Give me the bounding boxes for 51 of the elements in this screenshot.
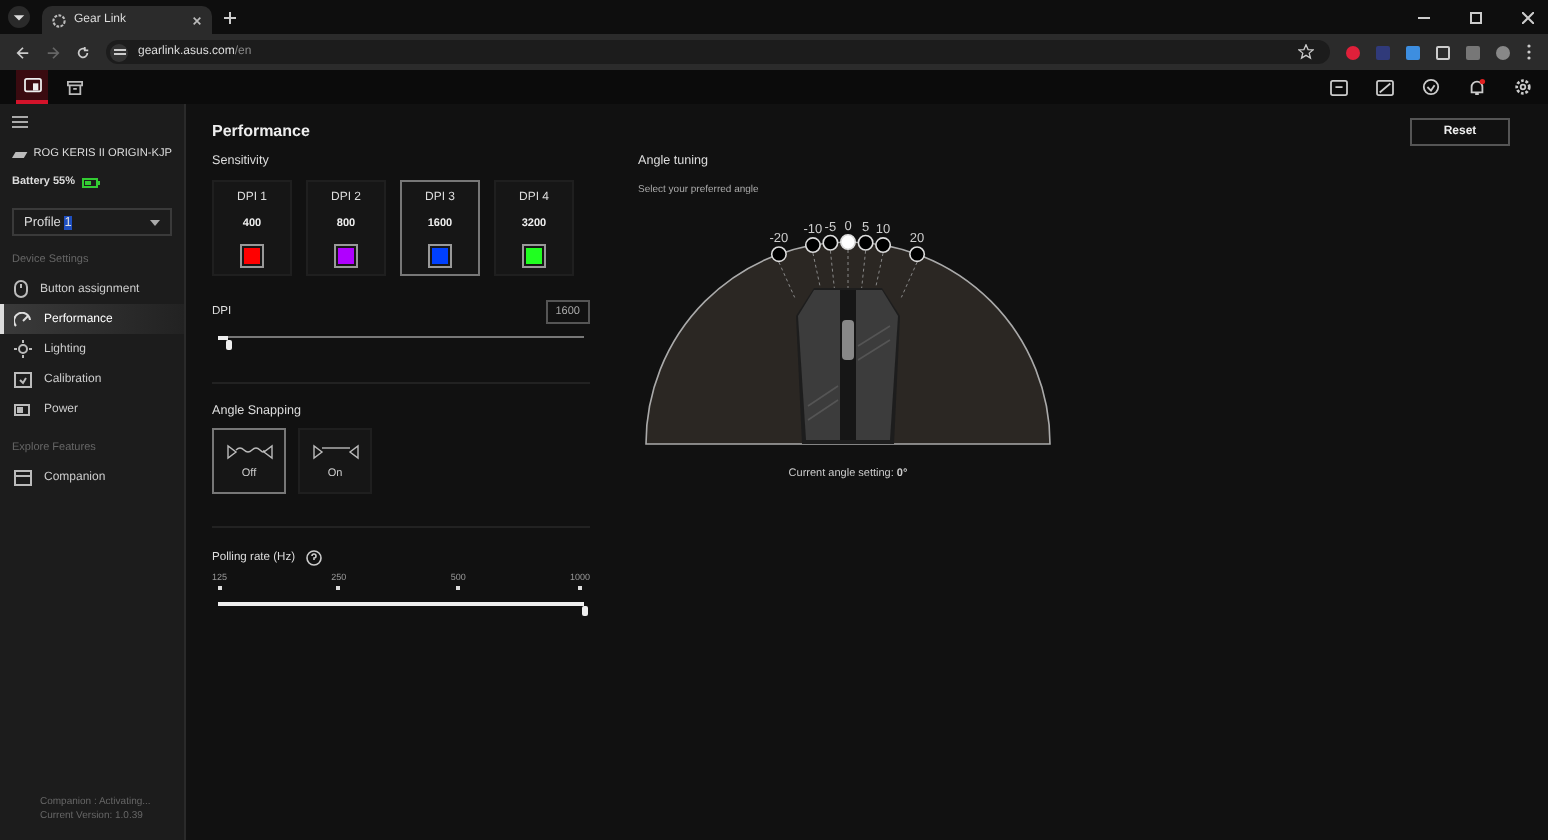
profile-icon[interactable]: [1496, 45, 1510, 59]
angle-option[interactable]: [875, 237, 892, 254]
star-icon[interactable]: [1298, 44, 1314, 60]
more-icon[interactable]: [1526, 44, 1532, 60]
maximize-icon[interactable]: [1470, 11, 1482, 23]
gauge-icon: [14, 311, 32, 327]
slider-handle[interactable]: [226, 340, 233, 350]
angle-option[interactable]: [857, 234, 874, 251]
dpi-slider[interactable]: [218, 334, 584, 350]
tick-mark: [456, 586, 461, 590]
tick-mark: [336, 586, 341, 590]
settings-icon[interactable]: [1514, 78, 1532, 96]
back-icon[interactable]: [16, 45, 30, 59]
reload-icon[interactable]: [76, 45, 90, 59]
angle-option[interactable]: [840, 234, 856, 250]
calibration-icon: [14, 371, 32, 387]
menu-icon[interactable]: [12, 116, 28, 128]
device-icon: [23, 77, 41, 93]
slider-handle[interactable]: [582, 606, 588, 616]
bell-icon[interactable]: [1468, 78, 1486, 96]
help-icon[interactable]: [305, 550, 322, 566]
angle-option[interactable]: [804, 237, 821, 254]
battery-icon: [14, 403, 32, 415]
store-icon: [65, 79, 83, 95]
logo-icon: [12, 149, 28, 159]
close-icon[interactable]: [192, 15, 202, 25]
angle-option[interactable]: [909, 246, 926, 263]
site-settings-icon[interactable]: [113, 46, 125, 58]
straight-line-icon: [311, 443, 359, 459]
extension-icon[interactable]: [1436, 45, 1450, 59]
close-icon[interactable]: [1522, 11, 1534, 23]
minimize-icon[interactable]: [1418, 11, 1430, 23]
gear-icon: [52, 13, 66, 27]
mouse-icon: [14, 280, 28, 298]
polling-rate-slider[interactable]: [218, 600, 584, 616]
forward-icon[interactable]: [46, 45, 60, 59]
light-icon: [14, 340, 32, 358]
window-icon: [14, 469, 32, 485]
battery-icon: [81, 177, 99, 187]
page-title: Performance: [212, 122, 310, 140]
extension-icon[interactable]: [1406, 45, 1420, 59]
new-tab-icon[interactable]: [224, 11, 236, 23]
wavy-line-icon: [225, 443, 273, 459]
tick-mark: [217, 586, 222, 590]
caret-icon: [150, 219, 160, 225]
angle-option[interactable]: [822, 234, 839, 251]
app-tab[interactable]: [16, 70, 48, 104]
keyboard-icon[interactable]: [1330, 79, 1348, 95]
tab-search-icon[interactable]: [8, 6, 30, 28]
angle-option[interactable]: [770, 246, 787, 263]
tick-mark: [577, 586, 582, 590]
